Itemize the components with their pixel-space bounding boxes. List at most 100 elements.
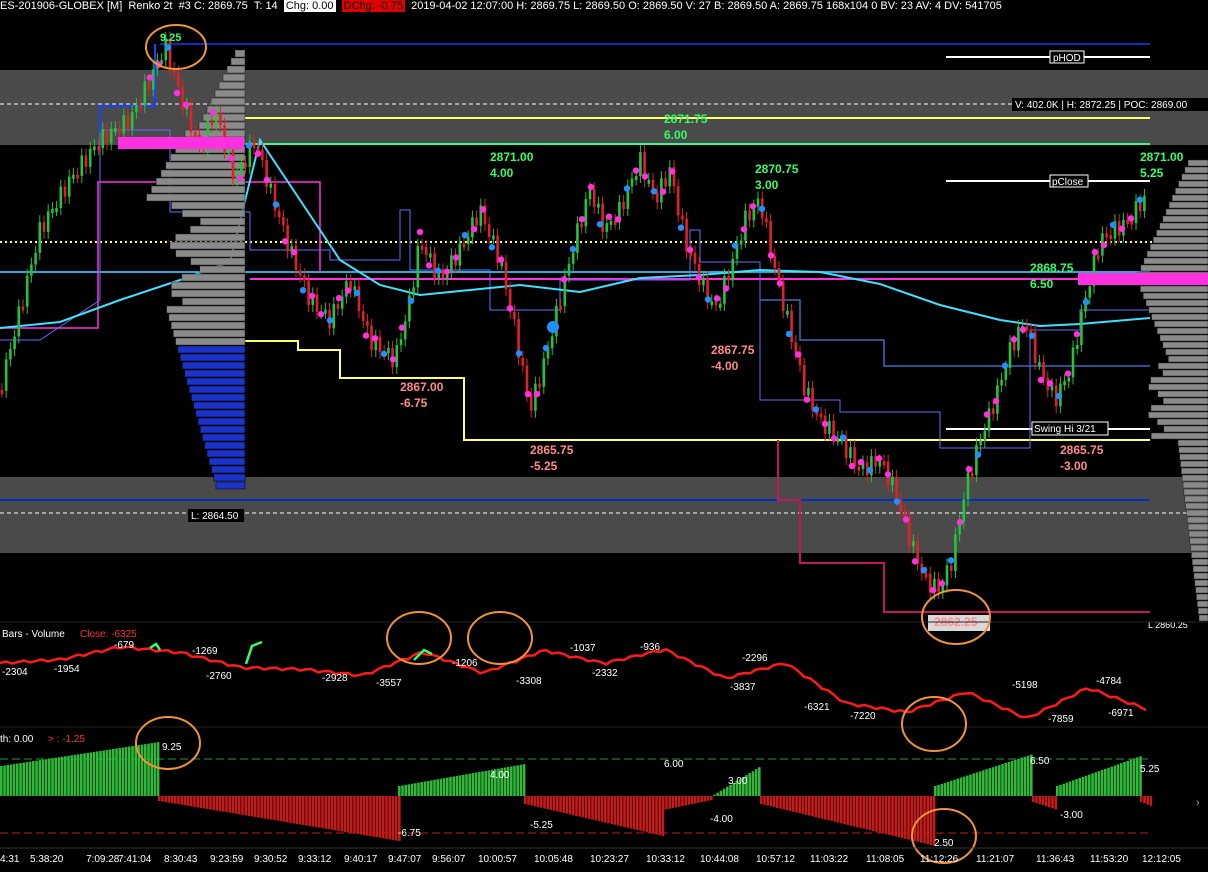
- histogram-bar: [706, 796, 710, 801]
- histogram-bar: [458, 775, 462, 796]
- histogram-bar: [150, 743, 153, 796]
- histogram-bar: [174, 796, 177, 804]
- histogram-bar: [868, 796, 872, 831]
- time-tick-label: 11:03:22: [810, 854, 849, 865]
- histogram-bar: [849, 796, 853, 826]
- swing-price-label: 2865.75: [530, 443, 574, 457]
- profile-bar: [202, 113, 246, 122]
- profile-bar: [1188, 530, 1208, 538]
- histogram-bar: [60, 756, 64, 796]
- histogram-bar: [417, 782, 420, 796]
- candle-body: [1063, 381, 1066, 386]
- order-flow-dot: [749, 203, 757, 210]
- histogram-bar: [568, 796, 572, 815]
- histogram-bar: [0, 766, 3, 796]
- histogram-bar: [436, 779, 439, 796]
- histogram-bar: [1023, 756, 1027, 796]
- histogram-bar: [25, 762, 29, 796]
- candle-body: [790, 310, 793, 343]
- order-flow-dot: [938, 580, 946, 587]
- order-flow-dot: [569, 245, 577, 253]
- order-flow-dot: [848, 462, 856, 470]
- time-tick-label: 9:56:07: [432, 854, 466, 865]
- profile-bar: [175, 233, 246, 242]
- histogram-bar: [1094, 772, 1097, 796]
- histogram-bar: [279, 796, 283, 822]
- histogram-bar: [83, 753, 86, 796]
- histogram-bar: [398, 786, 401, 796]
- profile-bar: [1162, 215, 1208, 223]
- histogram-bar: [575, 796, 578, 816]
- order-flow-dot: [623, 185, 631, 192]
- histogram-bar: [196, 796, 199, 808]
- histogram-bar: [636, 796, 639, 830]
- order-flow-dot: [425, 262, 433, 269]
- volume-value-label: -4784: [1096, 676, 1122, 687]
- order-flow-dot: [650, 188, 658, 195]
- candle-body: [42, 222, 46, 232]
- time-axis: 4:31 5:38:20 7:09:287:41:04 8:30:43 9:23:59 9…: [0, 854, 1181, 865]
- order-flow-dot: [587, 183, 595, 191]
- order-flow-dot: [785, 330, 793, 338]
- scroll-right-arrow-icon[interactable]: ›: [1196, 797, 1200, 809]
- chart-plot[interactable]: pHOD V: 402.0K | H: 2872.25 | POC: 2869.…: [0, 0, 1208, 872]
- histogram-bar: [404, 784, 407, 796]
- histogram-bar: [222, 796, 225, 812]
- order-flow-dot: [173, 89, 181, 97]
- order-flow-dot: [1028, 332, 1036, 339]
- histogram-bar: [533, 796, 537, 807]
- histogram-value-label: 9.25: [162, 742, 182, 753]
- candle-body: [975, 445, 978, 475]
- histogram-bar: [1075, 779, 1078, 796]
- candle-body: [521, 357, 525, 366]
- profile-bar: [1168, 355, 1208, 363]
- histogram-bar: [801, 796, 805, 815]
- histogram-bar: [6, 765, 9, 796]
- histogram-bar: [86, 752, 89, 796]
- swing-count-label: 6.50: [1030, 277, 1054, 291]
- candle-body: [80, 155, 84, 176]
- histogram-bar: [1126, 760, 1129, 796]
- volume-value-label: -6321: [804, 702, 830, 713]
- profile-bar: [1163, 425, 1208, 433]
- order-flow-dot: [308, 292, 316, 300]
- histogram-bar: [913, 796, 917, 842]
- candle-body: [1075, 345, 1079, 350]
- candle-body: [303, 275, 306, 281]
- histogram-bar: [953, 779, 956, 796]
- profile-bar: [182, 361, 246, 370]
- histogram-bar: [1001, 764, 1004, 796]
- histogram-bar: [372, 796, 375, 837]
- candle-body: [240, 162, 243, 175]
- order-flow-dot: [362, 332, 370, 339]
- profile-bar: [218, 81, 246, 90]
- volume-value-label: -2928: [322, 673, 348, 684]
- histogram-bar: [665, 796, 668, 810]
- volume-value-label: -2760: [206, 671, 232, 682]
- candle-body: [1017, 326, 1020, 351]
- candle-body: [727, 275, 730, 281]
- histogram-bar: [626, 796, 629, 828]
- candle-body: [924, 573, 928, 578]
- candle-body: [269, 183, 273, 188]
- candle-body: [882, 461, 886, 466]
- chart-stage[interactable]: ES-201906-GLOBEX [M] Renko 2t #3 C: 2869…: [0, 0, 1208, 872]
- histogram-bar: [530, 796, 533, 806]
- histogram-bar: [442, 778, 446, 796]
- histogram-bar: [629, 796, 633, 829]
- candle-body: [647, 179, 651, 184]
- histogram-bar: [298, 796, 302, 825]
- histogram-bar: [423, 781, 427, 796]
- histogram-bar: [713, 794, 716, 796]
- candle-body: [693, 252, 697, 264]
- profile-bar: [146, 193, 246, 202]
- volume-value-label: -1206: [452, 658, 478, 669]
- histogram-bar: [170, 796, 174, 804]
- histogram-bar: [334, 796, 337, 831]
- vinfo-label: V: 402.0K | H: 2872.25 | POC: 2869.00: [1015, 100, 1188, 111]
- candle-body: [135, 105, 138, 113]
- histogram-bar: [1088, 774, 1091, 796]
- order-flow-dot: [911, 558, 919, 565]
- candle-body: [504, 262, 508, 290]
- histogram-bar: [51, 758, 54, 796]
